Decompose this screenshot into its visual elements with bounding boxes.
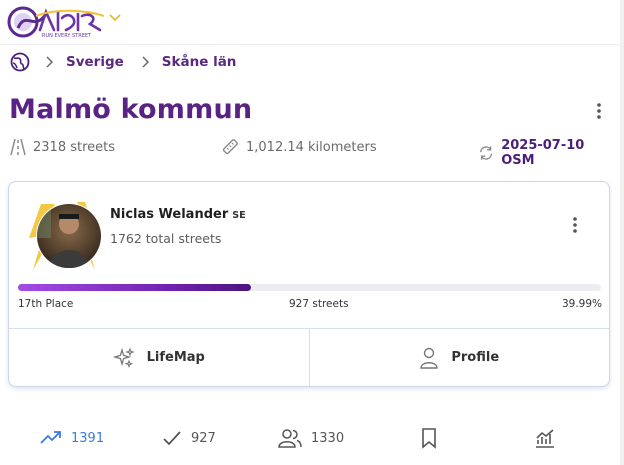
stats-tab[interactable] xyxy=(534,420,565,456)
streets-completed-label: 927 streets xyxy=(289,298,349,310)
city-stats: 2318 streets 1,012.14 kilometers 2025-07… xyxy=(10,138,610,168)
lifemap-button[interactable]: LifeMap xyxy=(9,329,309,386)
bookmark-icon xyxy=(422,428,436,449)
profile-label: Profile xyxy=(451,350,500,365)
stat-osm-date[interactable]: 2025-07-10 OSM xyxy=(478,138,610,168)
country-code: SE xyxy=(232,210,246,221)
more-vertical-icon[interactable] xyxy=(592,101,606,121)
road-icon xyxy=(10,138,26,156)
trending-tab[interactable]: 1391 xyxy=(40,420,104,456)
percent-label: 39.99% xyxy=(561,298,602,310)
chevron-right-icon xyxy=(46,56,54,68)
ruler-icon xyxy=(222,139,238,155)
lifemap-label: LifeMap xyxy=(146,350,205,365)
osm-date: 2025-07-10 OSM xyxy=(501,138,585,168)
progress-fill xyxy=(18,284,252,291)
users-tab[interactable]: 1330 xyxy=(278,420,344,456)
users-count: 1330 xyxy=(311,430,345,446)
profile-button[interactable]: Profile xyxy=(308,329,610,386)
check-icon xyxy=(163,431,181,446)
chevron-right-icon xyxy=(142,56,149,68)
rank-label: 17th Place xyxy=(18,298,74,310)
bottom-bar: 1391 927 1330 xyxy=(0,420,620,456)
more-vertical-icon[interactable] xyxy=(568,215,582,235)
streets-count: 2318 streets xyxy=(33,139,116,155)
breadcrumb: Sverige Skåne län xyxy=(10,50,252,74)
avatar[interactable] xyxy=(23,198,107,274)
user-icon xyxy=(420,347,439,369)
trending-count: 1391 xyxy=(71,430,105,446)
breadcrumb-item-region[interactable]: Skåne län xyxy=(162,54,237,70)
trending-up-icon xyxy=(40,431,61,444)
globe-icon[interactable] xyxy=(10,52,30,72)
completed-count: 927 xyxy=(191,430,216,446)
user-total-streets: 1762 total streets xyxy=(110,231,222,246)
scrollbar[interactable] xyxy=(620,0,624,465)
card-actions: LifeMap Profile xyxy=(9,328,609,386)
top-bar: RUN EVERY STREET xyxy=(0,0,624,45)
citystrides-logo[interactable]: RUN EVERY STREET xyxy=(6,4,108,40)
progress-bar xyxy=(18,284,601,291)
user-name[interactable]: Niclas Welander xyxy=(110,207,228,222)
sparkles-icon xyxy=(112,346,135,368)
completed-tab[interactable]: 927 xyxy=(162,420,216,456)
distance-value: 1,012.14 kilometers xyxy=(246,139,377,155)
breadcrumb-item-country[interactable]: Sverige xyxy=(66,54,124,70)
refresh-icon xyxy=(480,146,493,160)
chart-icon xyxy=(536,429,554,448)
page-title: Malmö kommun xyxy=(9,94,253,125)
stat-streets: 2318 streets xyxy=(10,138,115,156)
user-name-row[interactable]: Niclas Welander SE xyxy=(110,207,246,222)
chevron-down-icon[interactable] xyxy=(108,12,122,24)
stat-distance: 1,012.14 kilometers xyxy=(221,138,377,156)
bookmark-tab[interactable] xyxy=(420,420,447,456)
svg-text:RUN EVERY STREET: RUN EVERY STREET xyxy=(42,33,92,39)
users-icon xyxy=(278,429,302,448)
leader-card: Niclas Welander SE 1762 total streets 17t… xyxy=(8,181,610,387)
